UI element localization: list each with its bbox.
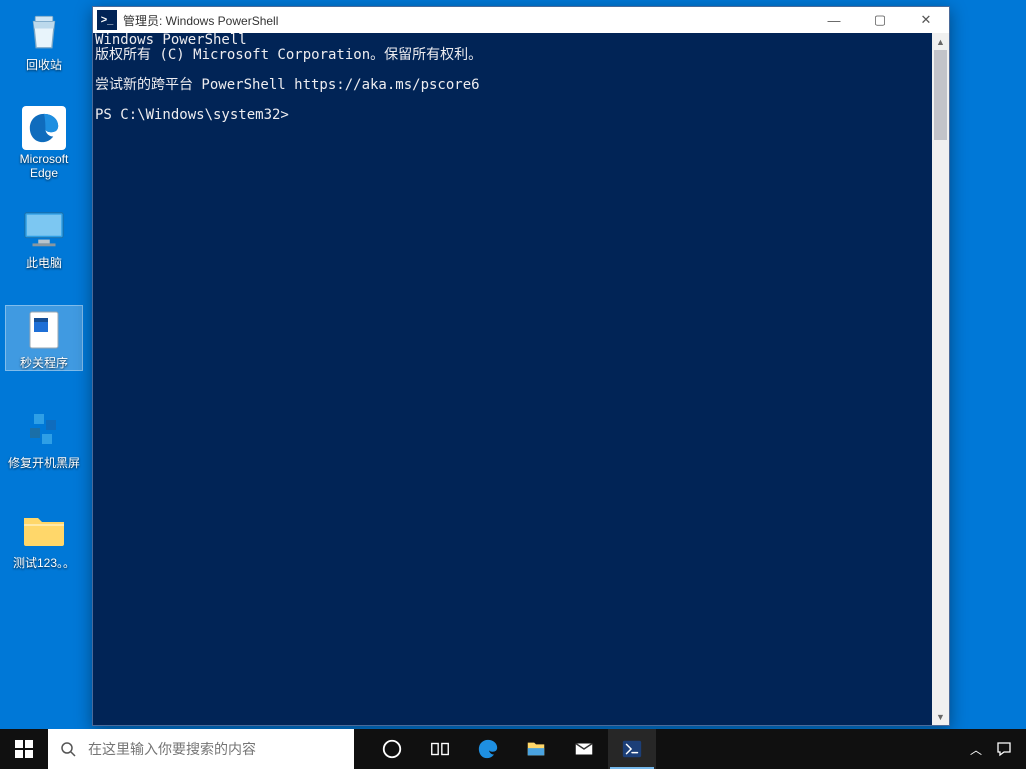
scroll-up-button[interactable]: ▲ <box>932 33 949 50</box>
task-view-icon <box>429 738 451 760</box>
window-titlebar[interactable]: >_ 管理员: Windows PowerShell — ▢ ✕ <box>93 7 949 33</box>
scrollbar[interactable]: ▲ ▼ <box>932 33 949 725</box>
folder-icon <box>525 738 547 760</box>
taskbar-item-task-view[interactable] <box>416 729 464 769</box>
chevron-up-icon: ︿ <box>968 741 984 757</box>
program-file-icon <box>20 306 68 354</box>
scroll-thumb[interactable] <box>934 50 947 140</box>
desktop-icon-fix-boot[interactable]: 修复开机黑屏 <box>6 406 82 470</box>
taskbar-item-powershell[interactable] <box>608 729 656 769</box>
taskbar: ︿ <box>0 729 1026 769</box>
desktop-icon-label: 回收站 <box>6 58 82 72</box>
desktop-icon-label: 此电脑 <box>6 256 82 270</box>
powershell-window: >_ 管理员: Windows PowerShell — ▢ ✕ Windows… <box>92 6 950 726</box>
repair-icon <box>20 406 68 454</box>
monitor-icon <box>20 206 68 254</box>
folder-icon <box>20 506 68 554</box>
desktop-icon-recycle-bin[interactable]: 回收站 <box>6 8 82 72</box>
taskbar-search[interactable] <box>48 729 354 769</box>
close-button[interactable]: ✕ <box>903 7 949 33</box>
desktop-icon-label: Microsoft Edge <box>6 152 82 180</box>
mail-icon <box>573 738 595 760</box>
desktop-icon-sec-program[interactable]: 秒关程序 <box>6 306 82 370</box>
desktop-icon-label: 秒关程序 <box>6 356 82 370</box>
desktop-icon-label: 测试123。。 <box>6 556 82 570</box>
window-title: 管理员: Windows PowerShell <box>123 12 278 29</box>
tray-overflow[interactable]: ︿ <box>962 741 990 757</box>
windows-icon <box>15 740 33 758</box>
minimize-button[interactable]: — <box>811 7 857 33</box>
system-tray: ︿ <box>962 729 1026 769</box>
action-center-icon <box>996 741 1012 757</box>
search-icon <box>48 741 88 757</box>
desktop-icon-label: 修复开机黑屏 <box>6 456 82 470</box>
desktop-icon-test-folder[interactable]: 测试123。。 <box>6 506 82 570</box>
tray-action-center[interactable] <box>990 741 1018 757</box>
powershell-icon <box>621 738 643 760</box>
search-input[interactable] <box>88 729 354 769</box>
taskbar-item-cortana[interactable] <box>368 729 416 769</box>
desktop-icon-edge[interactable]: Microsoft Edge <box>6 106 82 180</box>
maximize-button[interactable]: ▢ <box>857 7 903 33</box>
terminal-output[interactable]: Windows PowerShell 版权所有 (C) Microsoft Co… <box>93 33 932 725</box>
taskbar-item-file-explorer[interactable] <box>512 729 560 769</box>
recycle-bin-icon <box>20 8 68 56</box>
edge-icon <box>22 106 66 150</box>
edge-icon <box>477 738 499 760</box>
start-button[interactable] <box>0 729 48 769</box>
taskbar-item-edge[interactable] <box>464 729 512 769</box>
powershell-icon: >_ <box>97 10 117 30</box>
cortana-icon <box>381 738 403 760</box>
taskbar-item-mail[interactable] <box>560 729 608 769</box>
desktop-icon-this-pc[interactable]: 此电脑 <box>6 206 82 270</box>
scroll-down-button[interactable]: ▼ <box>932 708 949 725</box>
